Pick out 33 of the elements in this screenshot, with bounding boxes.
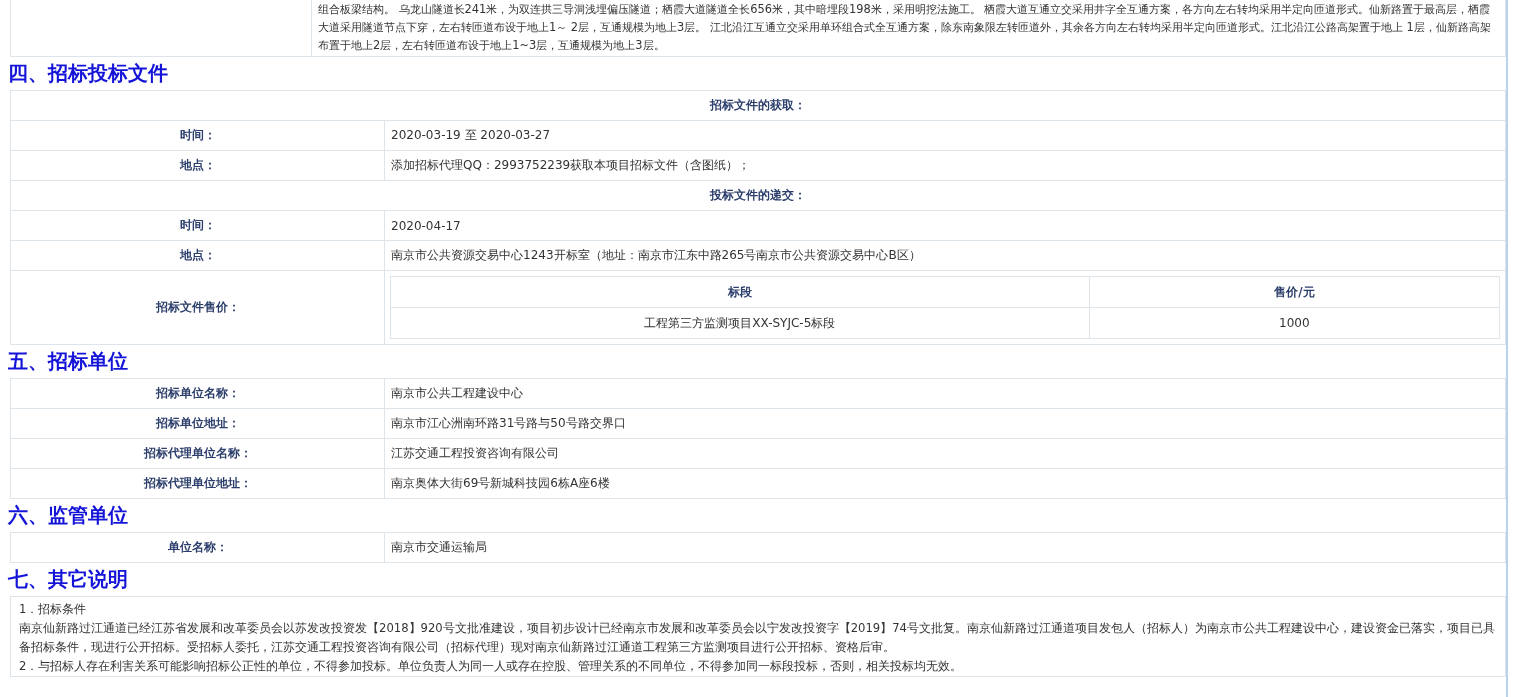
table-cell: 1000 [1089, 307, 1500, 339]
field-label: 地点： [179, 247, 216, 264]
field-label: 招标代理单位地址： [143, 475, 252, 492]
field-value: 南京市交通运输局 [391, 539, 487, 556]
field-label: 招标文件售价： [155, 299, 240, 316]
field-label: 地点： [179, 157, 216, 174]
field-value: 添加招标代理QQ：2993752239获取本项目招标文件（含图纸）； [391, 157, 751, 174]
table-subheading: 招标文件的获取： [710, 97, 806, 114]
section-heading: 四、招标投标文件 [8, 60, 169, 87]
table-subheading: 投标文件的递交： [710, 187, 806, 204]
description-text: 组合板梁结构。 乌龙山隧道长241米，为双连拱三导洞浅埋偏压隧道；栖霞大道隧道全长656米，其中暗埋段198米，采用明挖法施工。 栖霞大道互通立交采用井字全互通方案，各方向左右转均采用半定向匝道形式。仙新路置于最高层，栖霞大道采用隧道节点下穿，左右转匝道布设于地上1～ 2层，互通规模为地上3层。 江北沿江互通立交采用单环组合式全互通方案，除东南象限左转匝道外，其余各方向左右转均采用半定向匝道形式。江北沿江公路高架置于地上 1层，仙新路高架布置于地上2层，左右转匝道布设于地上1~3层，互通规模为地上3层。 [317, 1, 1492, 54]
field-value: 南京市江心洲南环路31号路与50号路交界口 [391, 415, 626, 432]
section-heading: 五、招标单位 [8, 348, 129, 375]
field-value: 南京市公共工程建设中心 [391, 385, 523, 402]
field-label: 招标单位名称： [155, 385, 240, 402]
field-value: 江苏交通工程投资咨询有限公司 [391, 445, 559, 462]
column-header: 标段 [390, 276, 1090, 308]
field-label: 时间： [179, 127, 216, 144]
table-cell: 工程第三方监测项目XX-SYJC-5标段 [390, 307, 1090, 339]
field-value: 2020-03-19 至 2020-03-27 [391, 127, 551, 144]
field-label: 时间： [179, 217, 216, 234]
field-value: 南京奥体大街69号新城科技园6栋A座6楼 [391, 475, 610, 492]
section-heading: 七、其它说明 [8, 566, 129, 593]
note-paragraph: 南京仙新路过江通道已经江苏省发展和改革委员会以苏发改投资发【2018】920号文批准建设，项目初步设计已经南京市发展和改革委员会以宁发改投资字【2019】74号文批复。南京仙新路过江通道项目发包人（招标人）为南京市公共工程建设中心，建设资金已落实，项目已具备招标条件，现进行公开招标。受招标人委托，江苏交通工程投资咨询有限公司（招标代理）现对南京仙新路过江通道工程第三方监测项目进行公开招标、资格后审。 [19, 620, 1496, 656]
field-label: 招标单位地址： [155, 415, 240, 432]
section-heading: 六、监管单位 [8, 502, 129, 529]
field-value: 2020-04-17 [391, 218, 461, 233]
field-label: 单位名称： [167, 539, 228, 556]
note-paragraph: 1．招标条件 [19, 601, 88, 618]
field-value: 南京市公共资源交易中心1243开标室（地址：南京市江东中路265号南京市公共资源交易中心B区） [391, 247, 921, 264]
note-paragraph: 2．与招标人存在利害关系可能影响招标公正性的单位，不得参加投标。单位负责人为同一人或存在控股、管理关系的不同单位，不得参加同一标段投标，否则，相关投标均无效。 [19, 658, 964, 675]
field-label: 招标代理单位名称： [143, 445, 252, 462]
column-header: 售价/元 [1089, 276, 1500, 308]
